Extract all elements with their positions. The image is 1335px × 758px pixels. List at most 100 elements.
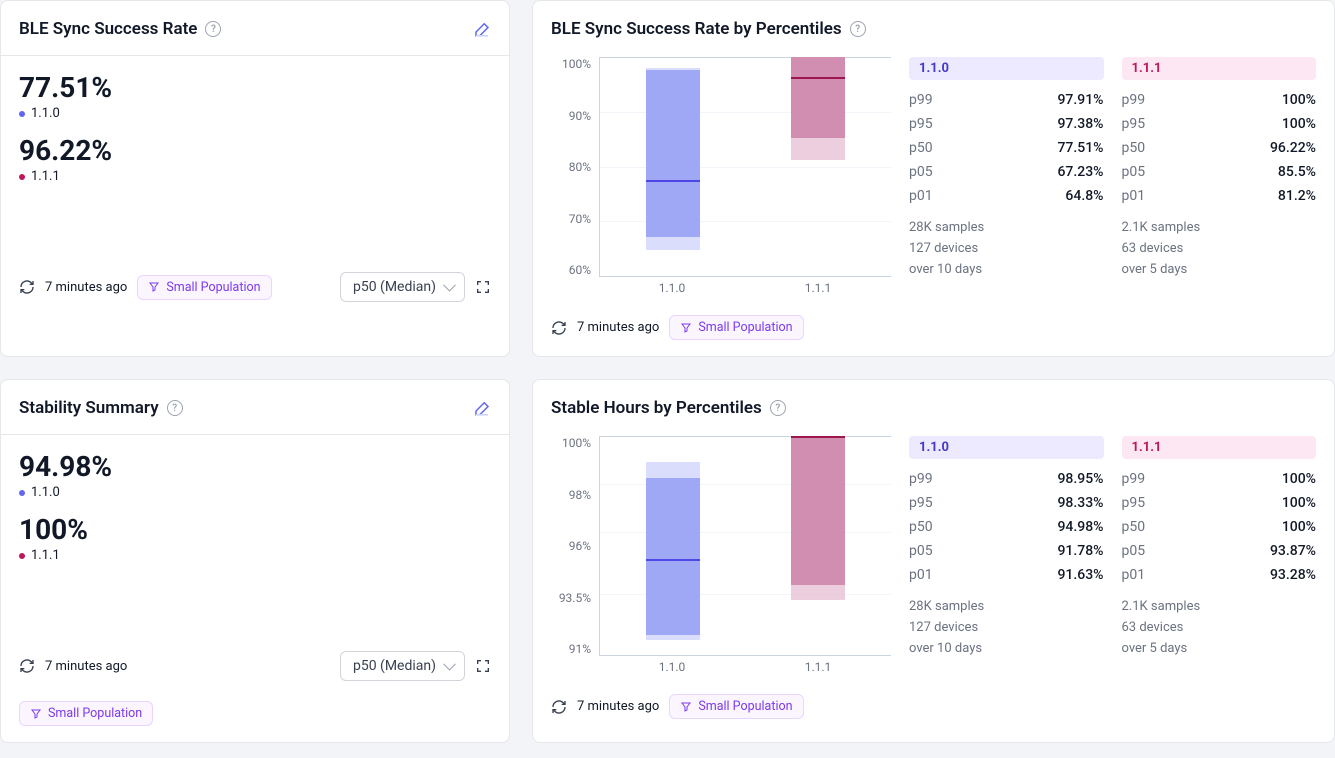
stat-version: 1.1.0 (19, 485, 491, 500)
y-axis: 100% 90% 80% 70% 60% (551, 57, 591, 277)
dot-icon (19, 490, 25, 496)
percentile-meta: 2.1K samples63 devicesover 5 days (1122, 218, 1317, 280)
percentile-column: 1.1.0 p9998.95%p9598.33%p5094.98%p0591.78… (909, 436, 1104, 674)
percentile-row: p0191.63% (909, 563, 1104, 587)
percentile-chart: 100% 90% 80% 70% 60% (551, 57, 891, 295)
percentile-tables: 1.1.0 p9997.91%p9597.38%p5077.51%p0567.23… (909, 57, 1316, 295)
time-ago: 7 minutes ago (45, 280, 127, 295)
percentile-column: 1.1.1 p99100%p95100%p5096.22%p0585.5%p018… (1122, 57, 1317, 295)
card-ble-sync: BLE Sync Success Rate ? 77.51% 1.1.0 96.… (0, 0, 510, 357)
percentile-row: p95100% (1122, 112, 1317, 136)
card-title: BLE Sync Success Rate by Percentiles ? (551, 19, 866, 39)
percentile-row: p95100% (1122, 491, 1317, 515)
percentile-row: p9998.95% (909, 467, 1104, 491)
percentile-row: p5094.98% (909, 515, 1104, 539)
filter-icon (30, 708, 42, 720)
small-population-pill[interactable]: Small Population (669, 315, 803, 340)
help-icon[interactable]: ? (167, 400, 183, 416)
x-label: 1.1.0 (599, 277, 745, 295)
percentile-row: p99100% (1122, 467, 1317, 491)
card-title: Stable Hours by Percentiles ? (551, 398, 786, 418)
stat-value: 94.98% (19, 451, 491, 483)
median-select[interactable]: p50 (Median) (340, 651, 465, 681)
version-badge: 1.1.1 (1122, 57, 1317, 80)
edit-icon[interactable] (473, 20, 491, 38)
percentile-row: p50100% (1122, 515, 1317, 539)
expand-icon[interactable] (475, 279, 491, 295)
stat-version: 1.1.1 (19, 548, 491, 563)
boxplot-bar (646, 436, 700, 655)
version-badge: 1.1.0 (909, 57, 1104, 80)
filter-icon (680, 322, 692, 334)
y-tick: 60% (569, 263, 591, 277)
title-text: BLE Sync Success Rate (19, 19, 197, 39)
percentile-row: p0585.5% (1122, 160, 1317, 184)
time-ago: 7 minutes ago (577, 699, 659, 714)
boxplot-bar (791, 57, 845, 276)
refresh-icon[interactable] (551, 699, 567, 715)
stat-version: 1.1.0 (19, 106, 491, 121)
percentile-row: p9597.38% (909, 112, 1104, 136)
card-ble-percentiles: BLE Sync Success Rate by Percentiles ? 1… (532, 0, 1335, 357)
percentile-row: p9598.33% (909, 491, 1104, 515)
title-text: BLE Sync Success Rate by Percentiles (551, 19, 842, 39)
small-population-pill[interactable]: Small Population (137, 275, 271, 300)
stat-value: 77.51% (19, 72, 491, 104)
boxplot-bar (646, 57, 700, 276)
dot-icon (19, 111, 25, 117)
time-ago: 7 minutes ago (45, 659, 127, 674)
percentile-row: p99100% (1122, 88, 1317, 112)
y-tick: 70% (569, 212, 591, 226)
small-population-pill[interactable]: Small Population (19, 701, 153, 726)
percentile-row: p0593.87% (1122, 539, 1317, 563)
percentile-meta: 2.1K samples63 devicesover 5 days (1122, 597, 1317, 659)
filter-icon (680, 701, 692, 713)
stat-value: 96.22% (19, 135, 491, 167)
percentile-meta: 28K samples127 devicesover 10 days (909, 597, 1104, 659)
refresh-icon[interactable] (551, 320, 567, 336)
percentile-row: p0567.23% (909, 160, 1104, 184)
card-stable-hours-percentiles: Stable Hours by Percentiles ? 100%98%96%… (532, 379, 1335, 743)
percentile-row: p0193.28% (1122, 563, 1317, 587)
card-title: BLE Sync Success Rate ? (19, 19, 221, 39)
card-title: Stability Summary ? (19, 398, 183, 418)
title-text: Stable Hours by Percentiles (551, 398, 762, 418)
version-badge: 1.1.1 (1122, 436, 1317, 459)
stat-value: 100% (19, 514, 491, 546)
filter-icon (148, 281, 160, 293)
percentile-column: 1.1.0 p9997.91%p9597.38%p5077.51%p0567.23… (909, 57, 1104, 295)
y-tick: 96% (569, 539, 591, 553)
help-icon[interactable]: ? (770, 400, 786, 416)
percentile-row: p9997.91% (909, 88, 1104, 112)
card-stability: Stability Summary ? 94.98% 1.1.0 100% 1.… (0, 379, 510, 743)
y-tick: 93.5% (559, 591, 591, 605)
percentile-row: p5096.22% (1122, 136, 1317, 160)
help-icon[interactable]: ? (850, 21, 866, 37)
stat-version: 1.1.1 (19, 169, 491, 184)
title-text: Stability Summary (19, 398, 159, 418)
median-select[interactable]: p50 (Median) (340, 272, 465, 302)
boxplot-bar (791, 436, 845, 655)
edit-icon[interactable] (473, 399, 491, 417)
version-badge: 1.1.0 (909, 436, 1104, 459)
time-ago: 7 minutes ago (577, 320, 659, 335)
expand-icon[interactable] (475, 658, 491, 674)
percentile-row: p5077.51% (909, 136, 1104, 160)
y-tick: 100% (562, 436, 591, 450)
percentile-column: 1.1.1 p99100%p95100%p50100%p0593.87%p0193… (1122, 436, 1317, 674)
y-tick: 90% (569, 109, 591, 123)
x-label: 1.1.1 (745, 277, 891, 295)
percentile-row: p0181.2% (1122, 184, 1317, 208)
refresh-icon[interactable] (19, 279, 35, 295)
y-axis: 100%98%96%93.5%91% (551, 436, 591, 656)
small-population-pill[interactable]: Small Population (669, 694, 803, 719)
dot-icon (19, 553, 25, 559)
percentile-tables: 1.1.0 p9998.95%p9598.33%p5094.98%p0591.78… (909, 436, 1316, 674)
y-tick: 100% (562, 57, 591, 71)
y-tick: 80% (569, 160, 591, 174)
dot-icon (19, 174, 25, 180)
help-icon[interactable]: ? (205, 21, 221, 37)
percentile-row: p0164.8% (909, 184, 1104, 208)
refresh-icon[interactable] (19, 658, 35, 674)
percentile-row: p0591.78% (909, 539, 1104, 563)
